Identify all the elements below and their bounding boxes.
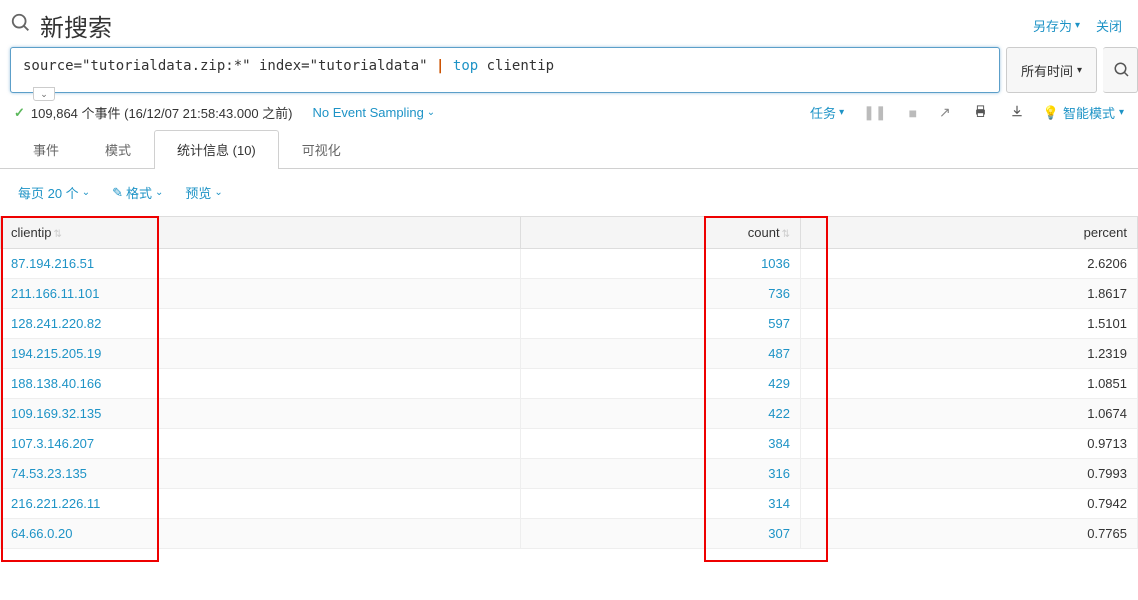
event-count-text: 109,864 个事件 (16/12/07 21:58:43.000 之前) [31,103,293,122]
chevron-down-icon: ▾ [839,107,844,118]
jobs-label: 任务 [810,103,836,122]
cell-clientip[interactable]: 109.169.32.135 [1,399,521,429]
cell-count: 736 [521,279,801,309]
format-label: 格式 [126,183,152,202]
cell-clientip[interactable]: 74.53.23.135 [1,459,521,489]
print-icon[interactable] [970,104,991,122]
sampling-label: No Event Sampling [313,105,424,120]
cell-percent: 1.8617 [801,279,1138,309]
cell-count: 314 [521,489,801,519]
cell-clientip[interactable]: 194.215.205.19 [1,339,521,369]
preview-label: 预览 [185,183,211,202]
table-row[interactable]: 211.166.11.1017361.8617 [1,279,1138,309]
time-range-picker[interactable]: 所有时间 ▾ [1006,47,1097,93]
page-title: 新搜索 [40,8,112,43]
table-row[interactable]: 216.221.226.113140.7942 [1,489,1138,519]
cell-percent: 2.6206 [801,249,1138,279]
preview-dropdown[interactable]: 预览 ⌄ [185,183,222,202]
cell-percent: 1.0851 [801,369,1138,399]
table-row[interactable]: 128.241.220.825971.5101 [1,309,1138,339]
tab-patterns[interactable]: 模式 [82,130,154,168]
table-row[interactable]: 64.66.0.203070.7765 [1,519,1138,549]
run-search-button[interactable] [1103,47,1138,93]
column-header-count[interactable]: count⇅ [521,217,801,249]
close-link[interactable]: 关闭 [1096,16,1122,35]
cell-clientip[interactable]: 64.66.0.20 [1,519,521,549]
tab-visualization[interactable]: 可视化 [279,130,364,168]
results-table: clientip⇅ count⇅ percent 87.194.216.5110… [0,216,1138,549]
per-page-dropdown[interactable]: 每页 20 个 ⌄ [18,183,90,202]
cell-percent: 0.7942 [801,489,1138,519]
cell-count: 307 [521,519,801,549]
share-icon[interactable]: ↗ [936,104,954,121]
download-icon[interactable] [1007,104,1027,121]
tab-events[interactable]: 事件 [10,130,82,168]
format-dropdown[interactable]: ✎ 格式 ⌄ [112,183,163,202]
cell-percent: 1.5101 [801,309,1138,339]
search-input[interactable] [11,48,999,92]
cell-percent: 1.2319 [801,339,1138,369]
cell-count: 384 [521,429,801,459]
cell-clientip[interactable]: 188.138.40.166 [1,369,521,399]
chevron-down-icon: ▾ [1077,65,1082,76]
lightbulb-icon: 💡 [1043,105,1059,121]
table-row[interactable]: 74.53.23.1353160.7993 [1,459,1138,489]
expand-handle[interactable]: ⌄ [33,87,55,101]
save-as-dropdown[interactable]: 另存为 ▾ [1033,16,1080,35]
smart-mode-label: 智能模式 [1063,103,1115,122]
cell-clientip[interactable]: 216.221.226.11 [1,489,521,519]
chevron-down-icon: ▾ [1119,107,1124,118]
tab-statistics[interactable]: 统计信息 (10) [154,130,279,168]
search-icon [1113,61,1131,79]
table-row[interactable]: 107.3.146.2073840.9713 [1,429,1138,459]
cell-percent: 0.9713 [801,429,1138,459]
cell-count: 429 [521,369,801,399]
chevron-down-icon: ⌄ [155,187,163,198]
cell-count: 597 [521,309,801,339]
chevron-down-icon: ⌄ [427,107,435,118]
sort-icon: ⇅ [782,229,790,240]
column-header-percent[interactable]: percent [801,217,1138,249]
cell-clientip[interactable]: 211.166.11.101 [1,279,521,309]
pencil-icon: ✎ [112,185,123,201]
time-range-label: 所有时间 [1021,61,1073,80]
cell-percent: 0.7993 [801,459,1138,489]
search-icon [10,12,32,40]
table-row[interactable]: 109.169.32.1354221.0674 [1,399,1138,429]
cell-clientip[interactable]: 87.194.216.51 [1,249,521,279]
sort-icon: ⇅ [53,229,61,240]
chevron-down-icon: ⌄ [82,187,90,198]
check-icon: ✓ [14,105,25,121]
sampling-dropdown[interactable]: No Event Sampling ⌄ [313,105,436,120]
cell-count: 422 [521,399,801,429]
pause-icon[interactable]: ❚❚ [860,104,889,121]
smart-mode-dropdown[interactable]: 💡 智能模式 ▾ [1043,103,1124,122]
stop-icon[interactable]: ■ [906,105,920,121]
table-row[interactable]: 87.194.216.5110362.6206 [1,249,1138,279]
cell-clientip[interactable]: 128.241.220.82 [1,309,521,339]
cell-count: 1036 [521,249,801,279]
chevron-down-icon: ⌄ [214,187,222,198]
cell-percent: 0.7765 [801,519,1138,549]
cell-count: 487 [521,339,801,369]
table-row[interactable]: 194.215.205.194871.2319 [1,339,1138,369]
column-header-clientip[interactable]: clientip⇅ [1,217,521,249]
cell-clientip[interactable]: 107.3.146.207 [1,429,521,459]
per-page-label: 每页 20 个 [18,183,79,202]
table-row[interactable]: 188.138.40.1664291.0851 [1,369,1138,399]
cell-count: 316 [521,459,801,489]
jobs-dropdown[interactable]: 任务 ▾ [810,103,844,122]
chevron-down-icon: ▾ [1075,20,1080,31]
save-as-label: 另存为 [1033,16,1072,35]
search-input-container[interactable]: source="tutorialdata.zip:*" index="tutor… [10,47,1000,93]
cell-percent: 1.0674 [801,399,1138,429]
